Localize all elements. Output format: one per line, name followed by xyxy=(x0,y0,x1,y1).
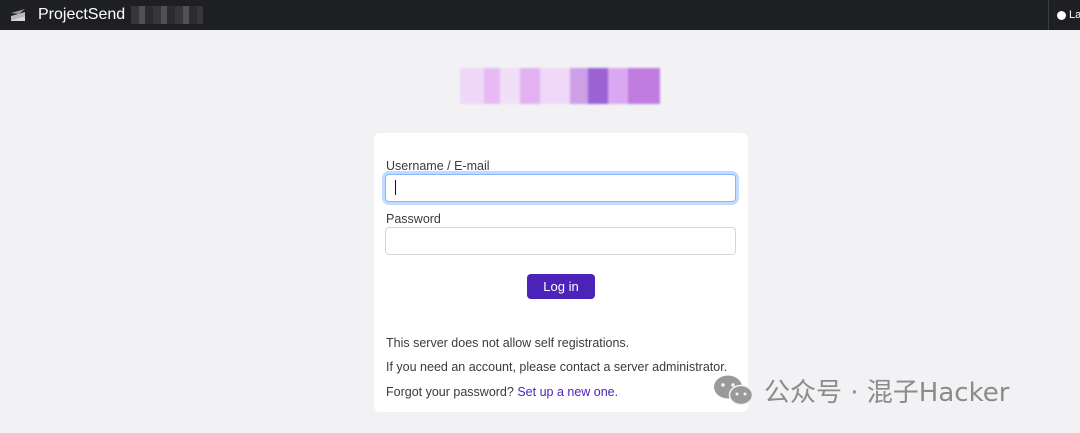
redacted-text xyxy=(131,6,204,24)
site-logo-redacted xyxy=(460,68,660,104)
forgot-password-text: Forgot your password? xyxy=(386,385,514,399)
reset-password-link[interactable]: Set up a new one. xyxy=(517,385,618,399)
brand[interactable]: ProjectSend xyxy=(0,0,204,30)
watermark-text: 公众号 · 混子Hacker xyxy=(764,377,1010,408)
no-registration-text: This server does not allow self registra… xyxy=(386,336,630,350)
projectsend-logo-icon xyxy=(10,7,26,23)
password-input[interactable] xyxy=(385,227,736,255)
password-label: Password xyxy=(386,212,441,226)
wechat-icon xyxy=(712,373,754,407)
login-card: Username / E-mail Password Log in This s… xyxy=(374,133,748,412)
globe-icon xyxy=(1057,10,1066,20)
login-button[interactable]: Log in xyxy=(527,274,595,299)
watermark: 公众号 · 混子Hacker xyxy=(712,372,1009,408)
contact-admin-text: If you need an account, please contact a… xyxy=(386,360,728,374)
language-label: La xyxy=(1069,9,1080,21)
forgot-password-row: Forgot your password? Set up a new one. xyxy=(386,385,618,399)
username-label: Username / E-mail xyxy=(386,159,490,173)
top-navbar: ProjectSend La xyxy=(0,0,1080,30)
language-selector[interactable]: La xyxy=(1048,0,1080,30)
text-caret xyxy=(395,180,396,195)
username-input[interactable] xyxy=(385,174,736,202)
app-name: ProjectSend xyxy=(38,6,126,23)
